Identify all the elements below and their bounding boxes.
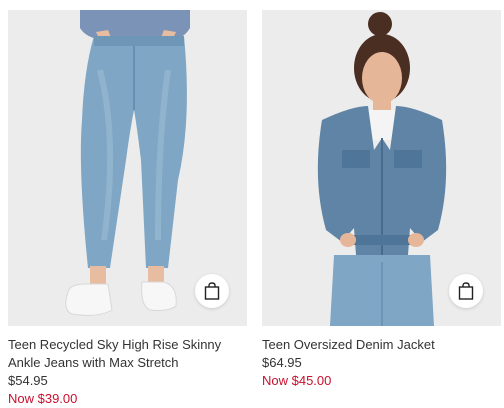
- product-image[interactable]: [8, 10, 247, 326]
- sale-price: Now $45.00: [262, 373, 332, 388]
- shopping-bag-icon: [458, 282, 474, 300]
- original-price: $54.95: [8, 373, 48, 388]
- product-name[interactable]: Teen Recycled Sky High Rise Skinny Ankle…: [8, 336, 247, 372]
- shopping-bag-icon: [204, 282, 220, 300]
- original-price: $64.95: [262, 355, 302, 370]
- sale-price: Now $39.00: [8, 391, 78, 406]
- product-card[interactable]: Teen Oversized Denim Jacket $64.95 Now $…: [262, 10, 501, 390]
- product-name[interactable]: Teen Oversized Denim Jacket: [262, 336, 501, 354]
- add-to-bag-button[interactable]: [449, 274, 483, 308]
- product-image[interactable]: [262, 10, 501, 326]
- add-to-bag-button[interactable]: [195, 274, 229, 308]
- product-card[interactable]: Teen Recycled Sky High Rise Skinny Ankle…: [8, 10, 247, 408]
